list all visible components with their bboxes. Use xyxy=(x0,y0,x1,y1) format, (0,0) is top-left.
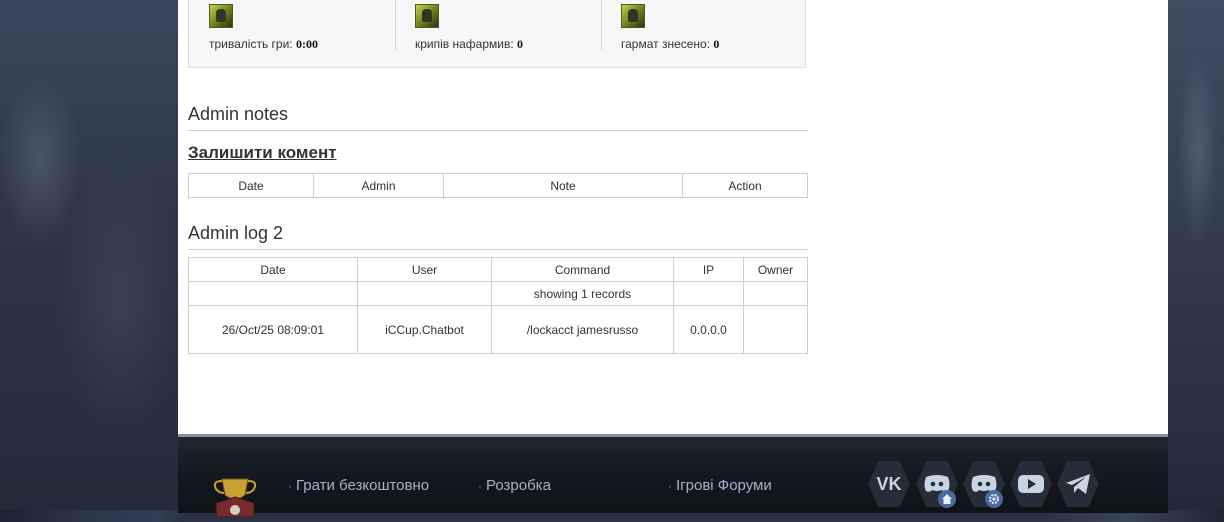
table-summary-row: showing 1 records xyxy=(188,281,808,306)
bullet-icon: · xyxy=(288,479,292,493)
trophy-logo-icon[interactable] xyxy=(208,473,262,518)
hero-portrait-icon xyxy=(621,4,645,28)
col-date: Date xyxy=(188,257,358,282)
col-owner: Owner xyxy=(743,257,808,282)
leave-comment-link[interactable]: Залишити комент xyxy=(188,143,337,163)
admin-notes-table: Date Admin Note Action xyxy=(188,173,808,198)
footer-link-game-forums[interactable]: · Ігрові Форуми xyxy=(668,477,772,494)
cell-owner xyxy=(743,305,808,354)
svg-text:VK: VK xyxy=(876,474,901,494)
col-note: Note xyxy=(443,173,683,198)
stat-towers-destroyed: гармат знесено: 0 xyxy=(601,0,807,51)
stat-value: 0:00 xyxy=(295,37,318,51)
stat-game-duration: тривалість гри: 0:00 xyxy=(189,0,395,51)
cell-command: /lockacct jamesrusso xyxy=(491,305,674,354)
col-action: Action xyxy=(682,173,808,198)
site-footer: · Грати безкоштовно · Розробка · Ігрові Фор… xyxy=(178,434,1168,518)
cell-ip: 0.0.0.0 xyxy=(673,305,744,354)
footer-link-development[interactable]: · Розробка xyxy=(478,477,551,494)
records-count: showing 1 records xyxy=(491,281,674,306)
background-art-left xyxy=(0,0,178,510)
cell-user: iCCup.Chatbot xyxy=(357,305,492,354)
stat-value: 0 xyxy=(713,37,720,51)
cell-date: 26/Oct/25 08:09:01 xyxy=(188,305,358,354)
admin-log-table: Date User Command IP Owner showing 1 rec… xyxy=(188,257,808,354)
telegram-icon[interactable] xyxy=(1057,461,1099,507)
admin-notes-heading: Admin notes xyxy=(188,104,808,131)
col-command: Command xyxy=(491,257,674,282)
col-user: User xyxy=(357,257,492,282)
game-stats-panel: тривалість гри: 0:00 крипів нафармив: 0 … xyxy=(188,0,806,68)
stat-creeps-farmed: крипів нафармив: 0 xyxy=(395,0,601,51)
gear-icon xyxy=(985,490,1003,508)
stat-label: тривалість гри: xyxy=(209,37,293,51)
stat-label: гармат знесено: xyxy=(621,37,711,51)
col-admin: Admin xyxy=(313,173,444,198)
col-ip: IP xyxy=(673,257,744,282)
col-date: Date xyxy=(188,173,314,198)
table-row: 26/Oct/25 08:09:01 iCCup.Chatbot /lockac… xyxy=(188,305,808,354)
stat-value: 0 xyxy=(517,37,524,51)
table-header-row: Date User Command IP Owner xyxy=(188,257,808,282)
admin-log-heading: Admin log 2 xyxy=(188,223,808,250)
stat-label: крипів нафармив: xyxy=(415,37,514,51)
youtube-icon[interactable] xyxy=(1010,461,1052,507)
table-header-row: Date Admin Note Action xyxy=(188,173,808,198)
footer-link-play-free[interactable]: · Грати безкоштовно xyxy=(288,477,429,494)
home-icon xyxy=(938,490,956,508)
hero-portrait-icon xyxy=(209,4,233,28)
bullet-icon: · xyxy=(668,479,672,493)
background-art-right xyxy=(1168,0,1224,510)
main-content: тривалість гри: 0:00 крипів нафармив: 0 … xyxy=(178,0,1168,434)
hero-portrait-icon xyxy=(415,4,439,28)
vk-icon[interactable]: VK xyxy=(868,461,910,507)
bullet-icon: · xyxy=(478,479,482,493)
